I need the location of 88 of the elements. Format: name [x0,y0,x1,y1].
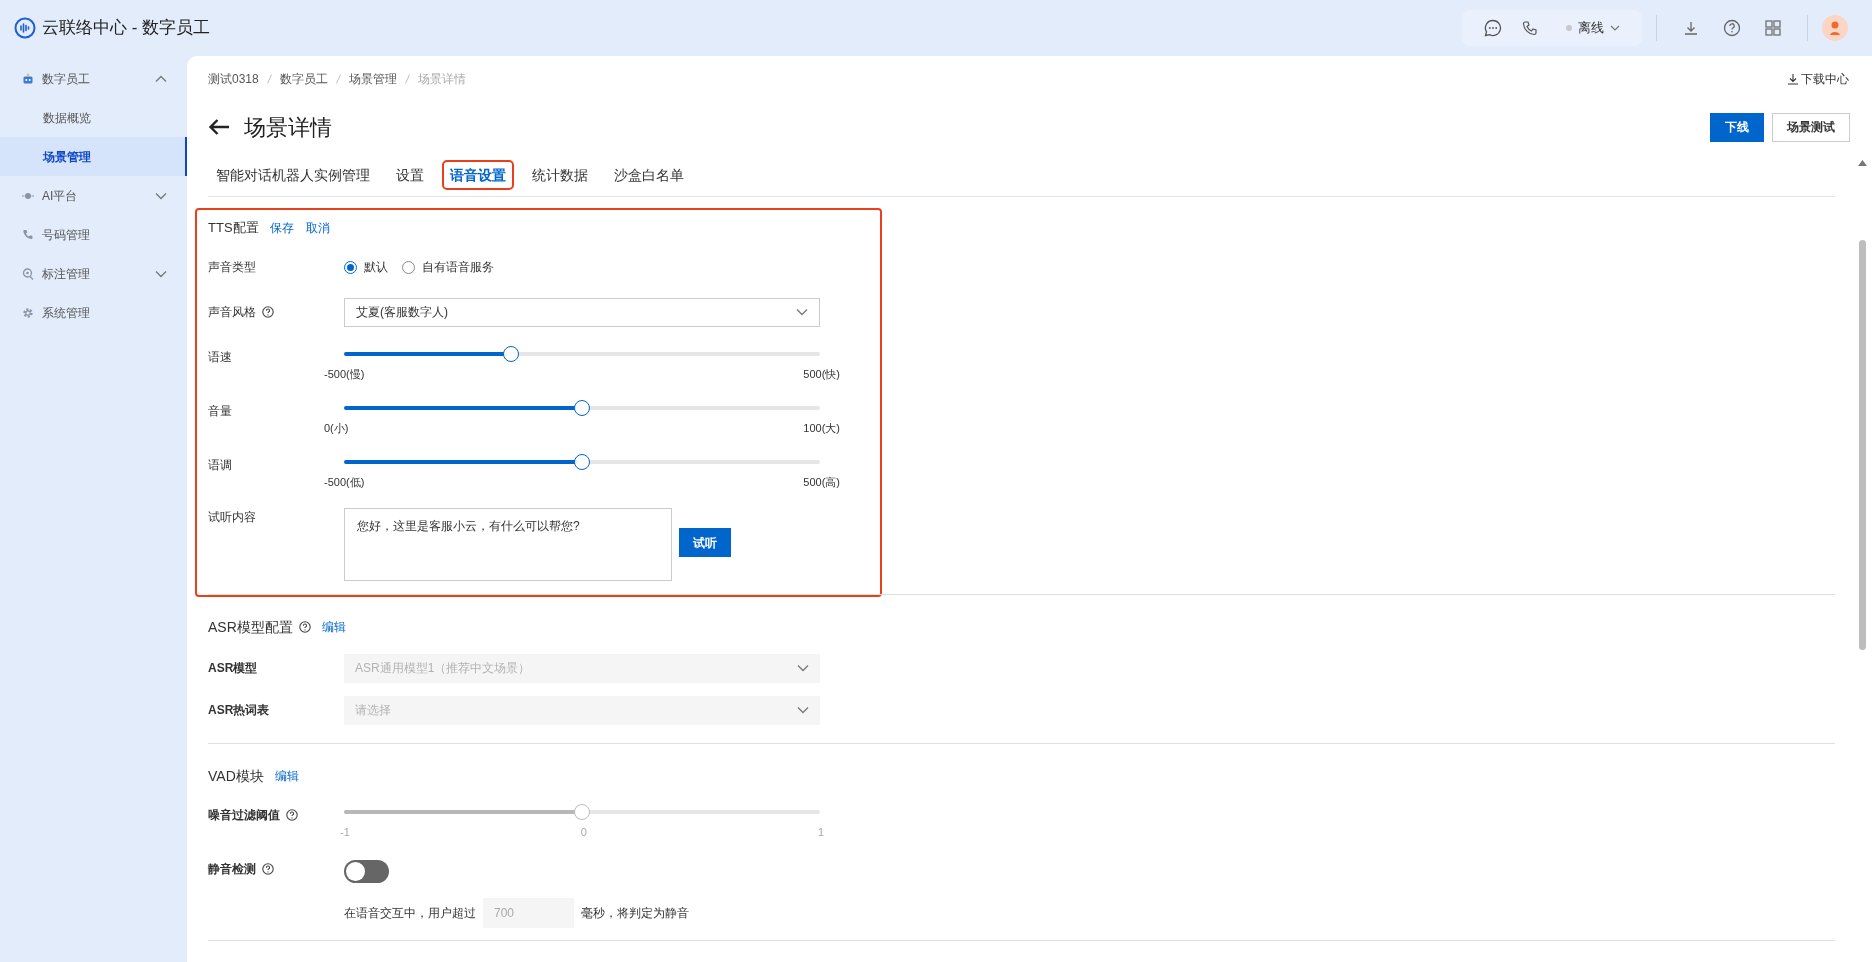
tag-icon [22,267,34,280]
sidebar-item[interactable]: 标注管理 [0,254,187,293]
field-label: 静音检测 [208,861,256,878]
slider-track[interactable] [344,454,820,470]
textarea-field[interactable]: 您好，这里是客服小云，有什么可以帮您? [344,508,672,581]
slider-tick-label: 1 [817,825,824,840]
field-label: 试听内容 [208,509,256,526]
chat-icon[interactable] [1484,19,1502,37]
field-label: ASR模型 [208,660,258,677]
slider-tick-label: 500(高) [803,475,840,490]
phone-icon [22,228,34,241]
slider-track[interactable] [344,804,820,820]
help-icon[interactable] [298,621,311,633]
section-title: ASR模型配置 [208,617,293,637]
slider-thumb[interactable] [502,346,519,362]
note-text: 在语音交互中，用户超过 [344,905,476,922]
download-center-link[interactable]: 下载中心 [1787,70,1849,88]
sidebar-item[interactable]: 数据概览 [0,98,187,137]
tab[interactable]: 设置 [388,160,432,190]
scroll-up-icon[interactable] [1858,160,1867,166]
breadcrumb-separator [404,74,410,84]
status-dropdown[interactable]: 离线 [1566,18,1620,38]
avatar[interactable] [1822,15,1848,41]
tab[interactable]: 统计数据 [524,160,596,190]
chevron-down-icon [797,664,809,672]
app-title: 云联络中心 - 数字员工 [42,17,211,40]
field-label: 声音类型 [208,259,256,276]
field-label: 声音风格 [208,304,256,321]
action-button[interactable]: 场景测试 [1772,112,1850,142]
scrollbar[interactable] [1859,240,1866,650]
field-label: 音量 [208,403,232,420]
link[interactable]: 编辑 [274,767,299,785]
help-icon[interactable] [262,863,274,875]
help-icon[interactable] [262,306,274,318]
tab[interactable]: 智能对话机器人实例管理 [208,160,378,190]
sidebar-item[interactable]: 数字员工 [0,59,187,98]
field-label: ASR热词表 [208,702,270,719]
section-title: TTS配置 [208,219,259,238]
sidebar-item[interactable]: 场景管理 [0,137,187,176]
breadcrumb-separator [335,74,341,84]
slider-tick-label: 500(快) [803,367,840,382]
toggle-switch[interactable] [344,860,389,883]
action-button[interactable]: 下线 [1710,112,1764,142]
slider-tick-label: 100(大) [803,421,840,436]
sidebar-item[interactable]: AI平台 [0,176,187,215]
sidebar-item[interactable]: 号码管理 [0,215,187,254]
preview-button[interactable]: 试听 [679,528,731,557]
robot-icon [22,72,34,85]
grid-icon[interactable] [1765,20,1781,36]
radio-option[interactable]: 默认 [344,258,388,276]
chevron-down-icon [1610,25,1620,31]
breadcrumb-separator [266,74,272,84]
chevron-down-icon [797,706,809,714]
select-field[interactable]: 艾夏(客服数字人) [344,297,820,327]
field-label: 语速 [208,349,232,366]
breadcrumb-item[interactable]: 数字员工 [279,70,328,88]
field-label: 语调 [208,457,232,474]
breadcrumb-item[interactable]: 测试0318 [208,70,259,88]
slider-tick-label: -1 [340,825,350,840]
tab[interactable]: 沙盒白名单 [606,160,692,190]
back-arrow-icon[interactable] [208,118,230,136]
section-title: VAD模块 [208,766,264,786]
link[interactable]: 保存 [269,219,294,237]
sidebar-item[interactable]: 系统管理 [0,293,187,332]
slider-tick-label: 0 [580,825,587,840]
slider-tick-label: -500(低) [324,475,365,490]
page-title: 场景详情 [244,113,332,142]
download-icon[interactable] [1683,20,1699,36]
link[interactable]: 取消 [305,219,330,237]
chevron-down-icon [796,308,808,316]
slider-thumb[interactable] [574,454,590,470]
gear-icon [22,306,34,319]
download-icon [1787,73,1799,85]
breadcrumb-item[interactable]: 场景管理 [348,70,397,88]
link[interactable]: 编辑 [321,618,346,636]
breadcrumb-item: 场景详情 [417,71,466,88]
slider-track[interactable] [344,400,820,416]
slider-tick-label: 0(小) [324,421,349,436]
phone-icon[interactable] [1522,20,1538,36]
tab[interactable]: 语音设置 [442,160,514,190]
slider-thumb[interactable] [574,400,590,416]
logo-icon [14,17,36,39]
slider-track[interactable] [344,346,820,362]
radio-option[interactable]: 自有语音服务 [402,258,494,276]
help-icon[interactable] [1723,19,1741,37]
note-text: 毫秒，将判定为静音 [581,905,689,922]
field-label: 噪音过滤阈值 [208,807,280,824]
slider-tick-label: -500(慢) [324,367,365,382]
